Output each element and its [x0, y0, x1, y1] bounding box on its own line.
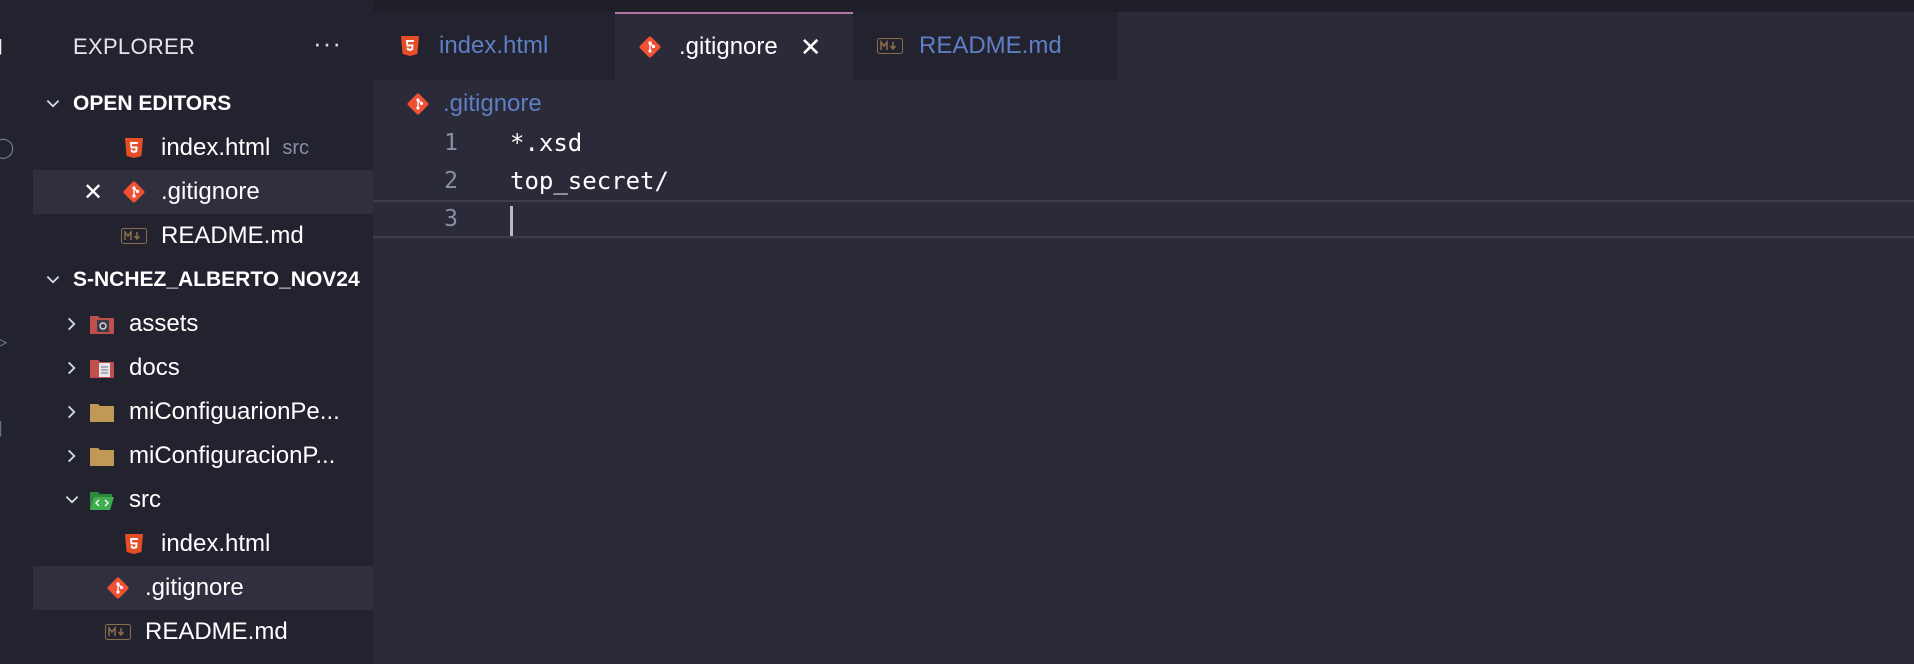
tree-item-folder[interactable]: miConfiguracionP...	[33, 434, 373, 478]
tree-item-docs[interactable]: docs	[33, 346, 373, 390]
activity-bar: ▯ ◯ • ▷ ▯	[0, 0, 33, 664]
open-editor-item[interactable]: ✕ .gitignore	[33, 170, 373, 214]
html5-icon	[397, 33, 423, 59]
open-editor-label: .gitignore	[161, 178, 260, 205]
open-editors-header[interactable]: OPEN EDITORS	[33, 84, 373, 124]
git-icon	[405, 91, 431, 117]
chevron-down-icon	[33, 95, 73, 113]
tab-readme[interactable]: README.md	[853, 12, 1118, 80]
line-number: 1	[444, 130, 458, 156]
tab-strip-empty	[1118, 12, 1914, 80]
folder-assets-icon	[89, 311, 115, 337]
explorer-icon[interactable]: ▯	[0, 36, 12, 56]
breadcrumb[interactable]: .gitignore	[405, 88, 542, 120]
extensions-icon[interactable]: ▯	[0, 418, 12, 438]
markdown-icon	[877, 33, 903, 59]
run-debug-icon[interactable]: ▷	[0, 332, 12, 352]
tab-gitignore[interactable]: .gitignore ✕	[615, 12, 853, 80]
chevron-right-icon	[55, 359, 89, 377]
tree-item-folder[interactable]: miConfiguarionPe...	[33, 390, 373, 434]
tab-label: .gitignore	[679, 33, 778, 60]
sidebar-header: EXPLORER ···	[33, 0, 373, 92]
chevron-down-icon	[33, 271, 73, 289]
tree-item-label: docs	[129, 354, 180, 381]
code-line[interactable]: 2 top_secret/	[373, 162, 1914, 200]
tree-item-file[interactable]: index.html	[33, 522, 373, 566]
tree-item-assets[interactable]: assets	[33, 302, 373, 346]
code-line[interactable]: 1 *.xsd	[373, 124, 1914, 162]
source-control-icon[interactable]: •	[0, 236, 12, 256]
title-band	[373, 0, 1914, 12]
chevron-right-icon	[55, 403, 89, 421]
code-editor[interactable]: 1 *.xsd 2 top_secret/ 3	[373, 124, 1914, 664]
breadcrumb-file: .gitignore	[443, 90, 542, 117]
tree-item-label: assets	[129, 310, 199, 337]
code-line-current[interactable]: 3	[373, 200, 1914, 238]
folder-src-open-icon	[89, 487, 115, 513]
chevron-right-icon	[55, 447, 89, 465]
line-number: 3	[444, 206, 458, 232]
tab-label: index.html	[439, 32, 549, 59]
project-title: S-NCHEZ_ALBERTO_NOV24	[73, 268, 360, 291]
open-editor-item[interactable]: index.html src	[33, 126, 373, 170]
git-icon	[121, 179, 147, 205]
text-cursor	[510, 206, 513, 236]
git-icon	[637, 34, 663, 60]
explorer-title: EXPLORER	[73, 34, 196, 59]
folder-icon	[89, 399, 115, 425]
tree-item-label: index.html	[161, 530, 271, 557]
git-icon	[105, 575, 131, 601]
open-editor-label: README.md	[161, 222, 304, 249]
tab-label: README.md	[919, 32, 1062, 59]
chevron-right-icon	[55, 315, 89, 333]
line-text: *.xsd	[510, 129, 583, 157]
line-number: 2	[444, 168, 458, 194]
tree-item-label: README.md	[145, 618, 288, 645]
tree-item-file[interactable]: .gitignore	[33, 566, 373, 610]
tree-item-label: miConfiguarionPe...	[129, 398, 340, 425]
project-header[interactable]: S-NCHEZ_ALBERTO_NOV24	[33, 260, 373, 300]
tree-item-label: src	[129, 486, 161, 513]
tree-item-file[interactable]: README.md	[33, 610, 373, 654]
html5-icon	[121, 135, 147, 161]
line-text: top_secret/	[510, 167, 669, 195]
html5-icon	[121, 531, 147, 557]
open-editor-item[interactable]: README.md	[33, 214, 373, 258]
open-editor-label: index.html	[161, 134, 271, 161]
close-icon[interactable]: ✕	[800, 32, 822, 63]
open-editor-path: src	[282, 136, 310, 159]
folder-icon	[89, 443, 115, 469]
markdown-icon	[105, 619, 131, 645]
folder-docs-icon	[89, 355, 115, 381]
open-editors-title: OPEN EDITORS	[73, 92, 232, 115]
more-actions-icon[interactable]: ···	[313, 28, 342, 59]
search-icon[interactable]: ◯	[0, 138, 14, 158]
tree-item-label: .gitignore	[145, 574, 244, 601]
tree-item-label: miConfiguracionP...	[129, 442, 336, 469]
close-icon[interactable]: ✕	[83, 178, 103, 207]
explorer-sidebar: EXPLORER ··· OPEN EDITORS index.html src…	[33, 0, 373, 664]
tree-item-src[interactable]: src	[33, 478, 373, 522]
tab-index-html[interactable]: index.html	[373, 12, 615, 80]
chevron-down-icon	[55, 491, 89, 509]
markdown-icon	[121, 223, 147, 249]
